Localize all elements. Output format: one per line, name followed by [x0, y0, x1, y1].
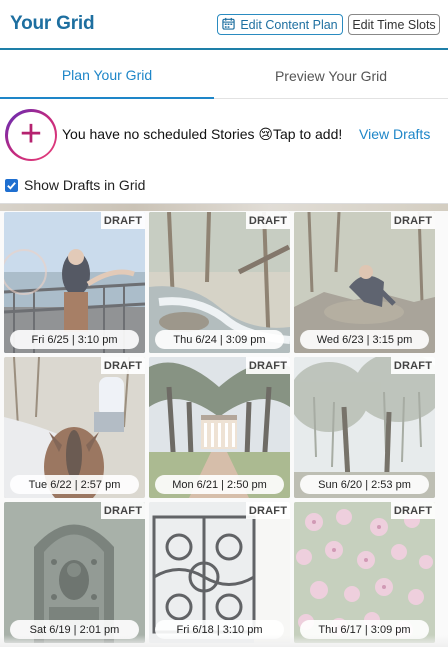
- post-date: Mon 6/21 | 2:50 pm: [155, 475, 284, 494]
- post-date: Thu 6/24 | 3:09 pm: [155, 330, 284, 349]
- post-date: Wed 6/23 | 3:15 pm: [300, 330, 429, 349]
- draft-badge: DRAFT: [101, 212, 145, 229]
- show-drafts-label: Show Drafts in Grid: [24, 177, 146, 193]
- edit-content-plan-button[interactable]: Edit Content Plan: [217, 14, 343, 35]
- show-drafts-toggle: Show Drafts in Grid: [5, 176, 145, 194]
- grid-post[interactable]: DRAFT Sat 6/19 | 2:01 pm: [4, 502, 145, 643]
- grid-post[interactable]: DRAFT Tue 6/22 | 2:57 pm: [4, 357, 145, 498]
- grid-post[interactable]: DRAFT Thu 6/24 | 3:09 pm: [149, 212, 290, 353]
- checkmark-icon: [7, 181, 16, 190]
- grid-post[interactable]: DRAFT Fri 6/25 | 3:10 pm: [4, 212, 145, 353]
- grid-post[interactable]: DRAFT Sun 6/20 | 2:53 pm: [294, 357, 435, 498]
- tab-preview-your-grid[interactable]: Preview Your Grid: [214, 52, 448, 99]
- add-story-button[interactable]: +: [5, 109, 57, 161]
- post-grid: DRAFT Fri 6/25 | 3:10 pm DRAFT Thu 6/24 …: [0, 203, 448, 647]
- edit-content-plan-label: Edit Content Plan: [240, 17, 338, 32]
- view-drafts-link[interactable]: View Drafts: [359, 126, 430, 142]
- top-header: Your Grid Edit Content Plan Edit Time Sl…: [0, 0, 448, 50]
- draft-badge: DRAFT: [391, 212, 435, 229]
- post-date: Tue 6/22 | 2:57 pm: [10, 475, 139, 494]
- draft-badge: DRAFT: [101, 502, 145, 519]
- draft-badge: DRAFT: [246, 357, 290, 374]
- stories-row: + You have no scheduled Stories 😢Tap to …: [0, 100, 448, 170]
- draft-badge: DRAFT: [246, 212, 290, 229]
- draft-badge: DRAFT: [391, 502, 435, 519]
- grid-tabs: Plan Your Grid Preview Your Grid: [0, 52, 448, 99]
- draft-badge: DRAFT: [391, 357, 435, 374]
- grid-post[interactable]: DRAFT Wed 6/23 | 3:15 pm: [294, 212, 435, 353]
- plus-icon: +: [19, 112, 43, 155]
- draft-badge: DRAFT: [246, 502, 290, 519]
- edit-time-slots-button[interactable]: Edit Time Slots: [348, 14, 440, 35]
- grid-post[interactable]: DRAFT Mon 6/21 | 2:50 pm: [149, 357, 290, 498]
- grid-post[interactable]: DRAFT Thu 6/17 | 3:09 pm: [294, 502, 435, 643]
- post-date: Sun 6/20 | 2:53 pm: [300, 475, 429, 494]
- grid-post[interactable]: DRAFT Fri 6/18 | 3:10 pm: [149, 502, 290, 643]
- no-stories-message: You have no scheduled Stories 😢Tap to ad…: [62, 126, 343, 142]
- show-drafts-checkbox[interactable]: [5, 178, 18, 192]
- calendar-icon: [222, 17, 236, 33]
- post-date: Fri 6/25 | 3:10 pm: [10, 330, 139, 349]
- page-title: Your Grid: [10, 13, 95, 34]
- draft-badge: DRAFT: [101, 357, 145, 374]
- previous-row-strip: [0, 204, 448, 211]
- tab-plan-your-grid[interactable]: Plan Your Grid: [0, 52, 214, 99]
